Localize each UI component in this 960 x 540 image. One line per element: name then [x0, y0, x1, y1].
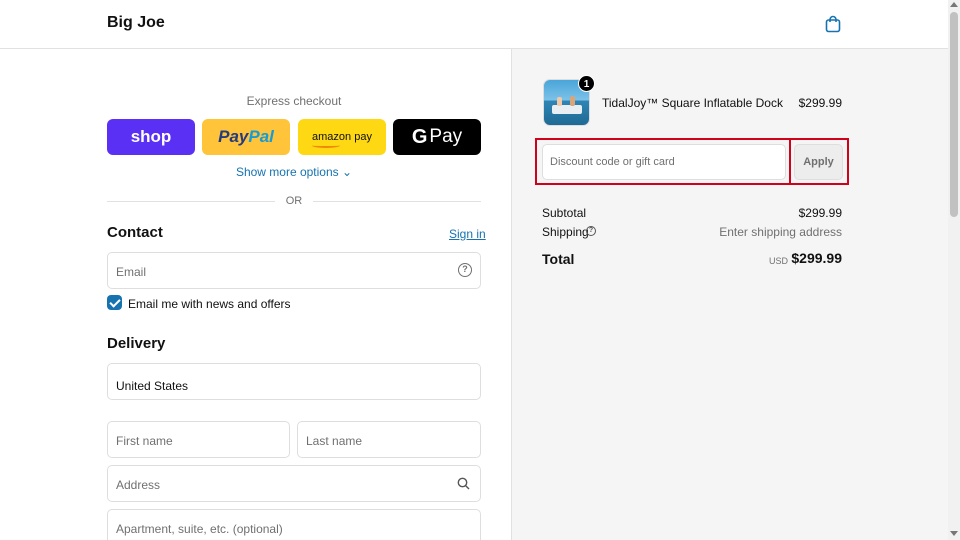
- or-divider-text: OR: [285, 195, 303, 207]
- site-header: Big Joe: [0, 0, 948, 49]
- google-pay-label: Pay: [429, 126, 463, 147]
- first-name-field[interactable]: First name: [107, 421, 290, 458]
- first-name-placeholder: First name: [116, 434, 173, 448]
- brand-logo[interactable]: Big Joe: [107, 14, 165, 32]
- google-g-icon: G: [411, 125, 428, 148]
- discount-code-input[interactable]: Discount code or gift card: [542, 144, 786, 180]
- product-name: TidalJoy™ Square Inflatable Dock: [602, 96, 783, 110]
- scrollbar-thumb[interactable]: [950, 12, 958, 217]
- dock-shape: [552, 105, 582, 114]
- subtotal-label: Subtotal: [542, 206, 587, 220]
- contact-heading: Contact: [107, 224, 163, 241]
- search-icon: [457, 477, 470, 490]
- shop-pay-label: shop: [130, 127, 172, 146]
- scroll-up-arrow-icon[interactable]: [950, 2, 958, 7]
- address-placeholder: Address: [116, 478, 161, 492]
- shop-pay-button[interactable]: shop: [107, 119, 195, 155]
- amazon-smile-icon: [312, 143, 341, 148]
- country-value: United States: [116, 379, 189, 393]
- quantity-badge: 1: [578, 75, 595, 92]
- last-name-field[interactable]: Last name: [297, 421, 481, 458]
- page-scrollbar[interactable]: [948, 0, 960, 540]
- person-figure: [557, 97, 562, 106]
- newsletter-label: Email me with news and offers: [128, 297, 291, 311]
- subtotal-value: $299.99: [798, 206, 842, 220]
- paypal-button[interactable]: PayPal: [202, 119, 290, 155]
- help-icon[interactable]: ?: [458, 263, 472, 277]
- apply-discount-button[interactable]: Apply: [794, 144, 843, 180]
- email-placeholder: Email: [116, 265, 147, 279]
- email-field[interactable]: Email ?: [107, 252, 481, 289]
- divider-right: [313, 201, 481, 202]
- google-pay-button[interactable]: G Pay: [393, 119, 481, 155]
- total-label: Total: [542, 251, 575, 267]
- express-checkout-label: Express checkout: [246, 94, 342, 108]
- show-more-options-link[interactable]: Show more options ⌄: [107, 165, 481, 179]
- newsletter-checkbox[interactable]: [107, 295, 122, 310]
- apartment-placeholder: Apartment, suite, etc. (optional): [116, 522, 283, 536]
- shopping-bag-icon[interactable]: [825, 15, 841, 33]
- product-price: $299.99: [798, 96, 842, 110]
- paypal-logo: PayPal: [218, 127, 274, 146]
- address-field[interactable]: Address: [107, 465, 481, 502]
- last-name-placeholder: Last name: [306, 434, 363, 448]
- sign-in-link[interactable]: Sign in: [449, 227, 486, 241]
- divider-left: [107, 201, 275, 202]
- total-value: $299.99: [791, 250, 842, 266]
- amazon-pay-logo: amazon pay: [312, 131, 372, 148]
- apartment-field[interactable]: Apartment, suite, etc. (optional): [107, 509, 481, 540]
- delivery-heading: Delivery: [107, 335, 166, 352]
- person-figure: [570, 96, 575, 106]
- shipping-label: Shipping: [542, 225, 589, 239]
- shipping-value: Enter shipping address: [719, 225, 842, 239]
- amazon-pay-button[interactable]: amazon pay: [298, 119, 386, 155]
- discount-placeholder: Discount code or gift card: [550, 156, 675, 168]
- shipping-help-icon[interactable]: ?: [586, 226, 596, 236]
- scroll-down-arrow-icon[interactable]: [950, 531, 958, 536]
- currency-code: USD: [768, 256, 788, 266]
- country-select[interactable]: United States: [107, 363, 481, 400]
